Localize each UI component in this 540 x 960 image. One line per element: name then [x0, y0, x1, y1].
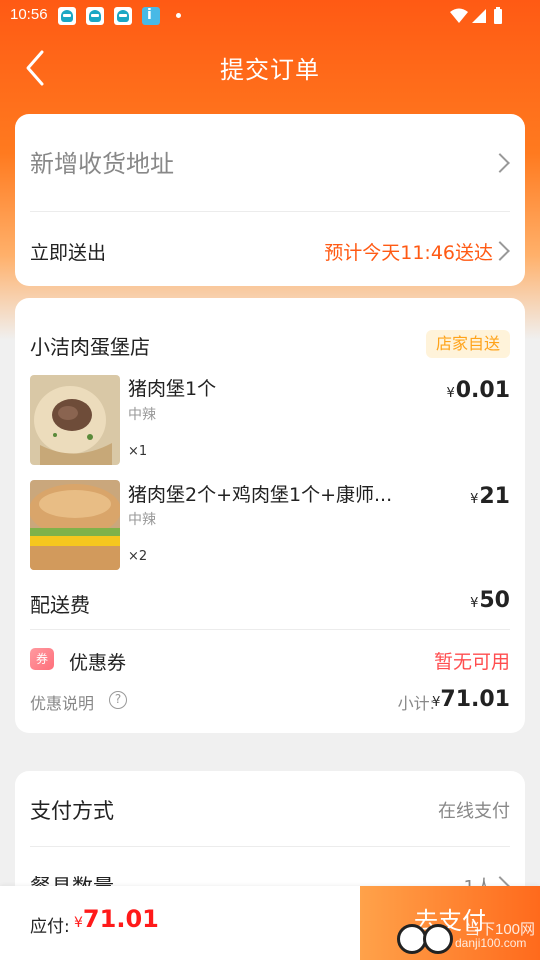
battery-icon [494, 9, 502, 24]
item-name: 猪肉堡1个 [128, 378, 217, 400]
item-spec: 中辣 [128, 407, 156, 423]
delivery-eta: 预计今天11:46送达 [324, 242, 493, 264]
watermark-url: danji100.com [455, 936, 527, 950]
delivery-fee-value: ¥50 [470, 588, 510, 613]
app-notification-icon [58, 7, 76, 25]
coupon-status: 暂无可用 [433, 651, 510, 673]
coupon-label: 优惠券 [69, 652, 127, 674]
payment-method-label: 支付方式 [30, 799, 114, 823]
delivery-time-row[interactable]: 立即送出 预计今天11:46送达 [15, 212, 525, 286]
add-address-label: 新增收货地址 [30, 150, 174, 178]
payable-amount: ¥71.01 [74, 905, 159, 933]
signal-icon [472, 9, 486, 23]
info-notification-icon [142, 7, 160, 25]
item-image [30, 375, 120, 465]
item-quantity: ×2 [128, 549, 148, 564]
item-quantity: ×1 [128, 444, 148, 459]
subtotal-label: 小计: [397, 694, 435, 713]
system-status-icons [450, 7, 502, 24]
coupon-row[interactable]: 券 优惠券 暂无可用 [15, 630, 525, 680]
order-card: 小洁肉蛋堡店 店家自送 猪肉堡1个 中辣 ×1 ¥0.01 猪肉堡2个+鸡肉堡1… [15, 298, 525, 733]
page-title: 提交订单 [220, 56, 320, 84]
subtotal-value: ¥71.01 [432, 687, 510, 712]
status-bar: 10:56 [0, 0, 540, 32]
item-price: ¥0.01 [446, 378, 510, 403]
add-address-row[interactable]: 新增收货地址 [15, 114, 525, 210]
delivery-fee-label: 配送费 [30, 593, 90, 617]
discount-note[interactable]: 优惠说明 [30, 690, 94, 714]
item-price: ¥21 [470, 484, 510, 509]
deliver-now-label: 立即送出 [30, 242, 107, 264]
delivery-type-badge: 店家自送 [425, 330, 510, 358]
item-image [30, 480, 120, 570]
payment-method-value: 在线支付 [438, 801, 510, 822]
payable-label: 应付: [30, 917, 70, 937]
payment-method-row[interactable]: 支付方式 在线支付 [15, 771, 525, 846]
app-notification-icon [86, 7, 104, 25]
app-notification-icon [114, 7, 132, 25]
watermark: 当下100网 danji100.com [395, 916, 540, 960]
address-card: 新增收货地址 立即送出 预计今天11:46送达 [15, 114, 525, 286]
shop-name: 小洁肉蛋堡店 [30, 335, 150, 359]
chevron-right-icon [490, 153, 510, 173]
more-notifications-icon [176, 13, 181, 18]
watermark-logo-icon [423, 924, 453, 954]
item-spec: 中辣 [128, 512, 156, 528]
coupon-icon: 券 [30, 648, 54, 670]
chevron-right-icon [490, 241, 510, 261]
item-name: 猪肉堡2个+鸡肉堡1个+康师... [128, 484, 393, 506]
wifi-icon [450, 8, 468, 23]
status-time: 10:56 [10, 6, 48, 23]
help-icon[interactable]: ? [109, 691, 127, 709]
